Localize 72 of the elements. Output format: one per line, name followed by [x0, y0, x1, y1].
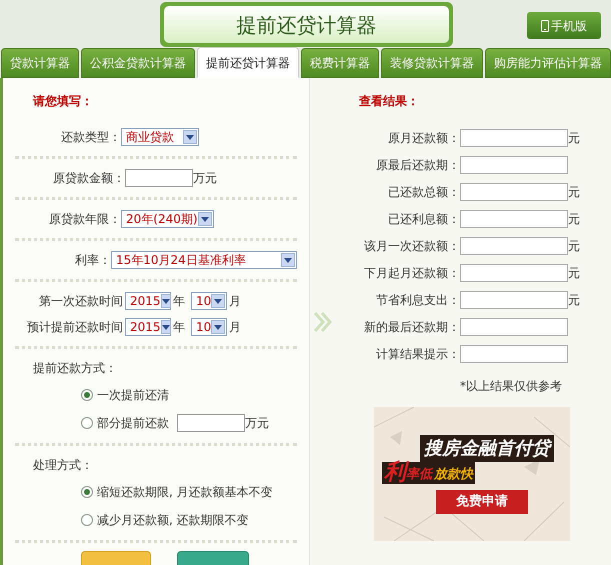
result-label: 已还利息额： — [387, 210, 460, 228]
option-label: 缩短还款期限, 月还款额基本不变 — [97, 484, 273, 501]
dropdown[interactable]: 2015 — [125, 318, 171, 336]
unit-label: 月 — [229, 293, 241, 310]
tab[interactable]: 装修贷款计算器 — [381, 48, 483, 78]
unit-label: 元 — [568, 210, 580, 228]
section-label: 提前还款方式： — [32, 360, 118, 377]
result-field[interactable] — [460, 344, 568, 362]
unit-label: 元 — [568, 184, 580, 200]
ad-banner[interactable]: 搜房金融首付贷 利率低放款快 免费申请 — [374, 407, 570, 541]
unit-label: 元 — [568, 238, 580, 254]
dropdown[interactable]: 10 — [191, 292, 227, 310]
result-field[interactable] — [460, 182, 568, 200]
radio-button[interactable] — [81, 514, 93, 526]
disclaimer-note: *以上结果仅供参考 — [460, 378, 563, 395]
dropdown[interactable]: 商业贷款 — [121, 128, 199, 146]
result-field[interactable] — [460, 290, 568, 308]
input-field[interactable] — [177, 414, 245, 432]
radio-button[interactable] — [81, 486, 93, 498]
tab[interactable]: 提前还贷计算器 — [197, 47, 299, 78]
ad-headline: 搜房金融首付贷 — [420, 435, 554, 462]
result-field[interactable] — [460, 156, 568, 174]
tab[interactable]: 公积金贷款计算器 — [81, 48, 195, 78]
option-label: 部分提前还款 — [97, 415, 169, 432]
result-label: 该月一次还款额： — [363, 238, 460, 254]
section-label: 处理方式： — [32, 457, 94, 474]
unit-label: 年 — [173, 293, 185, 310]
input-field[interactable] — [125, 169, 193, 187]
result-field[interactable] — [460, 318, 568, 336]
unit-label: 月 — [229, 319, 241, 336]
result-label: 计算结果提示： — [375, 346, 460, 362]
result-label: 已还款总额： — [387, 184, 460, 200]
field-label: 预计提前还款时间 — [26, 319, 123, 336]
unit-label: 万元 — [193, 170, 217, 187]
result-label: 节省利息支出： — [375, 292, 460, 308]
field-label: 第一次还款时间 — [38, 293, 123, 310]
result-label: 新的最后还款期： — [363, 318, 460, 336]
mobile-version-button[interactable]: 手机版 — [527, 12, 601, 39]
result-field[interactable] — [460, 236, 568, 254]
section-heading: 请您填写： — [33, 93, 93, 110]
radio-button[interactable] — [81, 417, 93, 429]
phone-icon — [541, 20, 549, 32]
option-label: 减少月还款额, 还款期限不变 — [97, 512, 249, 529]
dropdown[interactable]: 10 — [191, 318, 227, 336]
radio-button[interactable] — [81, 389, 93, 401]
unit-label: 万元 — [245, 415, 269, 432]
option-label: 一次提前还清 — [97, 387, 169, 404]
dropdown[interactable]: 20年(240期) — [121, 210, 214, 228]
unit-label: 元 — [568, 130, 580, 146]
ad-tagline: 放款快 — [434, 466, 473, 484]
unit-label: 元 — [568, 264, 580, 282]
field-label: 原贷款金额： — [52, 170, 125, 187]
dropdown[interactable]: 2015 — [125, 292, 171, 310]
page-title: 提前还贷计算器 — [236, 12, 376, 38]
field-label: 还款类型： — [60, 129, 121, 146]
tab[interactable]: 贷款计算器 — [1, 48, 79, 78]
result-label: 原最后还款期： — [375, 156, 460, 174]
result-label: 下月起月还款额： — [363, 264, 460, 282]
result-field[interactable] — [460, 264, 568, 282]
field-label: 利率： — [74, 252, 111, 269]
result-field[interactable] — [460, 210, 568, 228]
field-label: 原贷款年限： — [48, 211, 121, 228]
unit-label: 年 — [173, 319, 185, 336]
dropdown[interactable]: 15年10月24日基准利率 — [111, 251, 297, 269]
tab[interactable]: 税费计算器 — [301, 48, 379, 78]
unit-label: 元 — [568, 292, 580, 308]
result-label: 原月还款额： — [387, 130, 460, 146]
section-heading: 查看结果： — [359, 93, 419, 110]
tab[interactable]: 购房能力评估计算器 — [485, 48, 611, 78]
double-chevron-icon — [314, 312, 332, 332]
result-field[interactable] — [460, 128, 568, 146]
apply-button[interactable]: 免费申请 — [436, 490, 528, 514]
